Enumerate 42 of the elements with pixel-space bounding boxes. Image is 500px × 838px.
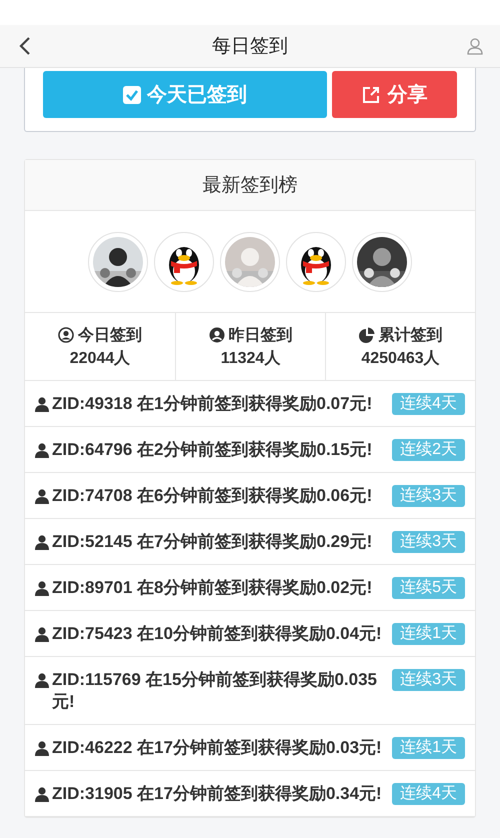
checked-in-button[interactable]: 今天已签到	[43, 71, 327, 118]
stat-label: 今日签到	[78, 326, 142, 346]
checkin-record: ZID:52145 在7分钟前签到获得奖励0.29元!	[52, 531, 372, 553]
external-link-icon	[361, 84, 382, 104]
stat-value: 11324人	[220, 348, 280, 368]
checkin-record: ZID:115769 在15分钟前签到获得奖励0.035元!	[52, 669, 378, 713]
user-icon	[35, 535, 49, 550]
user-icon	[35, 581, 49, 596]
checkin-record: ZID:89701 在8分钟前签到获得奖励0.02元!	[52, 577, 372, 599]
stat-label: 累计签到	[378, 326, 442, 346]
streak-badge: 连续4天	[392, 393, 465, 415]
streak-badge: 连续5天	[392, 577, 465, 599]
streak-badge: 连续3天	[392, 485, 465, 507]
streak-badge: 连续3天	[392, 531, 465, 553]
share-button[interactable]: 分享	[332, 71, 457, 118]
streak-badge: 连续3天	[392, 669, 465, 691]
user-icon	[35, 397, 49, 412]
checkin-record: ZID:31905 在17分钟前签到获得奖励0.34元!	[52, 783, 382, 805]
user-circle-icon	[208, 327, 224, 343]
streak-badge: 连续2天	[392, 439, 465, 461]
user-icon	[35, 787, 49, 802]
streak-badge: 连续1天	[392, 623, 465, 645]
checkin-record: ZID:74708 在6分钟前签到获得奖励0.06元!	[52, 485, 372, 507]
page-title: 每日签到	[212, 35, 288, 59]
user-icon	[35, 741, 49, 756]
streak-badge: 连续4天	[392, 783, 465, 805]
user-icon	[35, 673, 49, 688]
user-icon	[35, 489, 49, 504]
checkin-record: ZID:75423 在10分钟前签到获得奖励0.04元!	[52, 623, 382, 645]
leaderboard-title: 最新签到榜	[202, 174, 298, 198]
streak-badge: 连续1天	[392, 737, 465, 759]
checkin-record: ZID:64796 在2分钟前签到获得奖励0.15元!	[52, 439, 372, 461]
user-icon	[35, 443, 49, 458]
checkin-record: ZID:46222 在17分钟前签到获得奖励0.03元!	[52, 737, 382, 759]
user-circle-icon	[58, 327, 74, 343]
stat-label: 昨日签到	[228, 326, 292, 346]
checkbox-icon	[122, 86, 141, 104]
stat-value: 4250463人	[361, 348, 440, 368]
checkin-record: ZID:49318 在1分钟前签到获得奖励0.07元!	[52, 393, 372, 415]
stat-value: 22044人	[70, 348, 130, 368]
user-icon	[35, 627, 49, 642]
pie-chart-icon	[358, 327, 374, 343]
